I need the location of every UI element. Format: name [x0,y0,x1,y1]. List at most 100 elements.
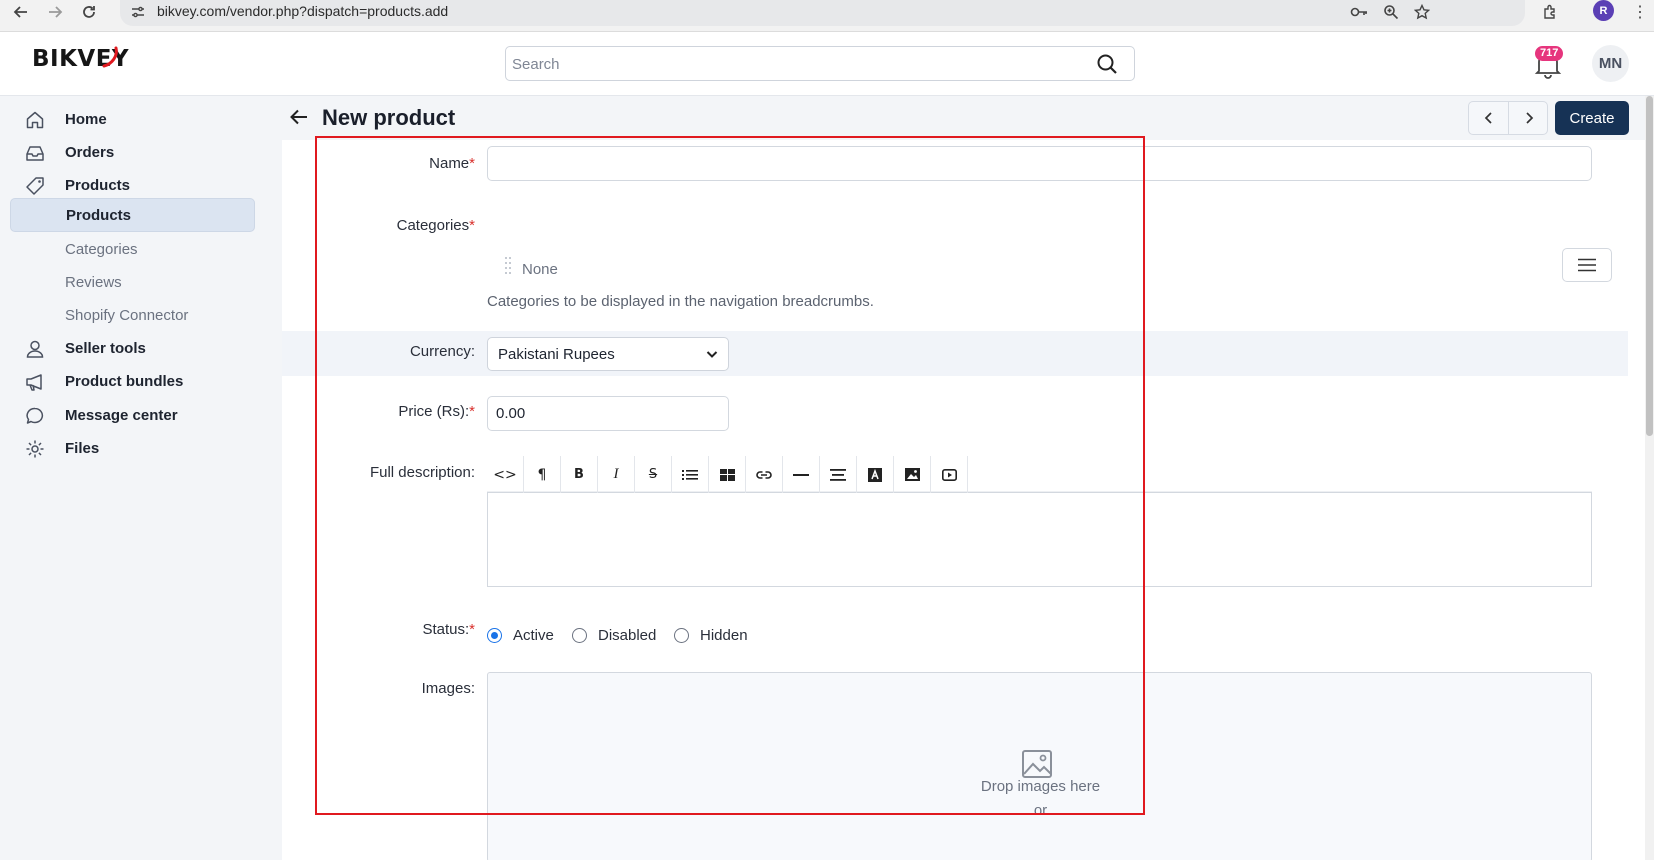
table-button[interactable] [709,456,746,493]
categories-label: Categories* [275,217,475,234]
sidebar-subitem-products[interactable]: Products [10,198,255,232]
horizontal-rule-icon [793,473,809,476]
image-placeholder-icon [1022,750,1052,778]
sidebar-item-seller-tools[interactable]: Seller tools [10,331,255,365]
main-content: New product Create Name* Categories* Non… [265,96,1654,860]
status-radio-disabled[interactable]: Disabled [572,627,656,644]
sidebar-item-label: Products [65,176,131,194]
sidebar-item-label: Home [65,110,107,128]
zoom-icon[interactable] [1380,1,1402,23]
required-mark: * [469,403,475,420]
status-radio-active[interactable]: Active [487,627,554,644]
inbox-icon [26,146,44,161]
radio-button[interactable] [572,628,587,643]
radio-button[interactable] [674,628,689,643]
create-button[interactable]: Create [1555,101,1629,135]
horizontal-rule-button[interactable] [783,456,820,493]
megaphone-icon [26,374,42,391]
browser-menu-icon[interactable]: ⋮ [1632,2,1648,22]
sidebar-item-label: Orders [65,143,115,161]
font-color-button[interactable] [857,456,894,493]
bulleted-list-icon [682,469,698,480]
name-label: Name* [275,155,475,172]
strikethrough-button[interactable]: S [635,456,672,493]
align-button[interactable] [820,456,857,493]
image-dropzone[interactable]: Drop images here or [487,672,1592,860]
browser-profile-avatar[interactable]: R [1593,0,1614,21]
chevron-down-icon [706,351,718,358]
tag-icon [26,177,44,195]
user-icon [26,340,44,358]
font-color-icon [868,467,882,482]
table-icon [719,468,735,481]
align-icon [830,468,846,481]
paragraph-button[interactable]: ¶ [524,456,561,493]
status-label-text: Status: [422,621,470,638]
chevron-left-icon [1484,112,1492,124]
paragraph-icon: ¶ [537,466,547,483]
browser-reload-icon[interactable] [78,1,100,23]
sidebar-item-label: Product bundles [65,372,184,390]
italic-button[interactable]: I [598,456,635,493]
image-icon [904,468,920,481]
currency-label: Currency: [409,343,475,360]
site-settings-icon[interactable] [130,4,146,20]
home-icon [26,111,44,129]
product-form: Name* Categories* None Categories to be … [282,140,1652,860]
password-key-icon[interactable] [1348,1,1370,23]
bookmark-star-icon[interactable] [1411,1,1433,23]
full-description-editor[interactable] [487,493,1592,587]
sidebar: Home Orders Products Products Categories… [0,96,265,860]
price-field[interactable]: 0.00 [487,396,729,431]
gear-icon [26,440,44,458]
radio-label: Active [513,627,554,644]
browser-toolbar: bikvey.com/vendor.php?dispatch=products.… [0,0,1654,32]
currency-select[interactable]: Pakistani Rupees [487,337,729,371]
insert-video-button[interactable] [931,456,968,493]
radio-button[interactable] [487,628,502,643]
previous-button[interactable] [1469,102,1509,134]
sidebar-item-product-bundles[interactable]: Product bundles [10,364,255,398]
insert-image-button[interactable] [894,456,931,493]
sidebar-item-message-center[interactable]: Message center [10,398,255,432]
name-field[interactable] [487,146,1592,181]
sidebar-item-orders[interactable]: Orders [10,135,255,169]
bulleted-list-button[interactable] [672,456,709,493]
link-button[interactable] [746,456,783,493]
next-button[interactable] [1509,102,1549,134]
record-pager [1468,101,1548,135]
browser-forward-icon[interactable] [44,1,66,23]
search-button[interactable] [1091,50,1123,78]
sidebar-item-files[interactable]: Files [10,431,255,465]
dropzone-text: Drop images here [980,778,1101,795]
scrollbar-thumb[interactable] [1646,96,1653,436]
categories-label-text: Categories [396,217,470,234]
drag-handle-icon[interactable] [504,256,512,276]
sidebar-subitem-categories[interactable]: Categories [10,232,255,266]
back-arrow-icon[interactable] [288,106,310,128]
url-text: bikvey.com/vendor.php?dispatch=products.… [157,3,449,19]
categories-menu-button[interactable] [1562,248,1612,282]
sidebar-item-label: Message center [65,406,178,424]
sidebar-subitem-shopify-connector[interactable]: Shopify Connector [10,298,255,332]
address-bar[interactable]: bikvey.com/vendor.php?dispatch=products.… [120,0,1525,26]
price-label: Price (Rs):* [275,403,475,420]
price-label-text: Price (Rs): [398,403,470,420]
sidebar-item-home[interactable]: Home [10,102,255,136]
browser-back-icon[interactable] [10,1,32,23]
sidebar-item-label: Shopify Connector [65,306,189,324]
status-radio-hidden[interactable]: Hidden [674,627,748,644]
search-icon [1097,54,1117,74]
code-view-button[interactable]: <> [487,456,524,493]
currency-selected-value: Pakistani Rupees [498,345,615,363]
categories-value[interactable]: None [522,261,558,278]
brand-logo-swoosh-icon [102,46,118,68]
extensions-icon[interactable] [1539,1,1561,23]
page-scrollbar[interactable] [1645,96,1654,860]
search-input[interactable] [512,51,1072,77]
sidebar-subitem-reviews[interactable]: Reviews [10,265,255,299]
sidebar-item-products[interactable]: Products [10,168,255,202]
bold-button[interactable]: B [561,456,598,493]
required-mark: * [469,217,475,234]
user-avatar[interactable]: MN [1592,45,1629,82]
